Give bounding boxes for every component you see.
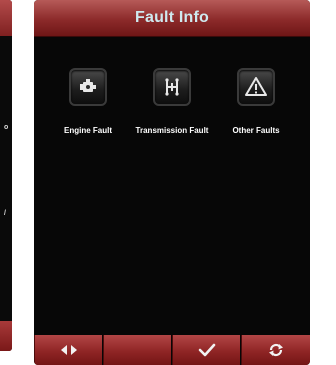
other-faults-button[interactable] [237,68,275,106]
blank-softkey[interactable] [103,335,171,365]
warning-triangle-icon [245,77,267,96]
adjacent-screen-left: o / [0,0,12,351]
transmission-fault-label: Transmission Fault [135,126,209,135]
refresh-icon [269,343,283,357]
device-display: o / Fault Info Engine Fault Transmission… [0,0,336,365]
engine-fault-button[interactable] [69,68,107,106]
refresh-softkey[interactable] [241,335,310,365]
engine-fault-item[interactable]: Engine Fault [42,68,134,138]
engine-icon [80,79,96,92]
transmission-fault-button[interactable] [153,68,191,106]
other-faults-label: Other Faults [232,126,280,135]
transmission-icon [165,78,179,96]
fault-info-screen: Fault Info Engine Fault Transmission Fau… [34,0,310,365]
confirm-softkey[interactable] [172,335,240,365]
other-faults-item[interactable]: Other Faults [210,68,302,138]
engine-fault-label: Engine Fault [64,126,112,135]
page-title: Fault Info [135,9,209,26]
adjacent-screen-text-fragment: / [4,210,6,217]
fault-category-list: Engine Fault Transmission Fault Other Fa… [34,68,310,138]
checkmark-icon [198,343,216,357]
left-right-arrows-icon [61,345,77,355]
header-bar: Fault Info [34,0,310,37]
adjacent-screen-footer [0,321,12,351]
navigate-softkey[interactable] [34,335,102,365]
softkey-bar [34,335,310,365]
adjacent-screen-header [0,0,12,36]
transmission-fault-item[interactable]: Transmission Fault [126,68,218,138]
adjacent-screen-text-fragment: o [4,124,9,131]
